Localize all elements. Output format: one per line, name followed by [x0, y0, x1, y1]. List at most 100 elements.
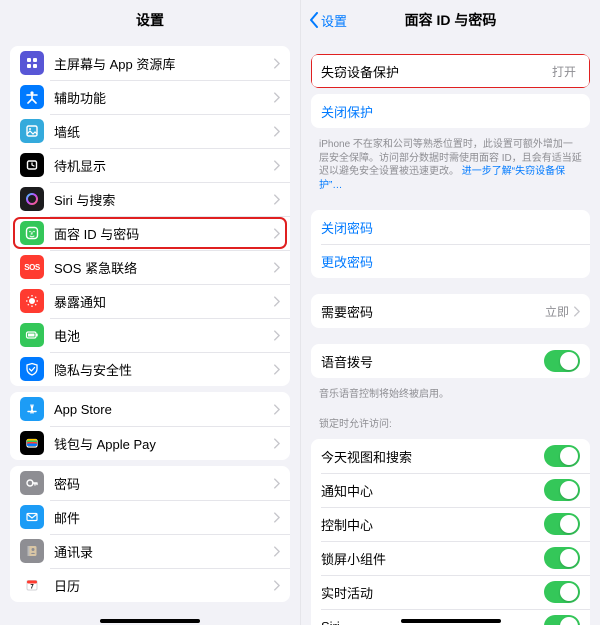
settings-row-faceid[interactable]: 面容 ID 与密码: [10, 216, 290, 250]
close-passcode-row[interactable]: 关闭密码: [311, 210, 590, 244]
settings-row-battery[interactable]: 电池: [10, 318, 290, 352]
settings-row-exposure[interactable]: 暴露通知: [10, 284, 290, 318]
settings-row-passwords[interactable]: 密码: [10, 466, 290, 500]
row-label: 主屏幕与 App 资源库: [54, 54, 273, 73]
lock-item-label: 控制中心: [321, 515, 544, 534]
lock-item-switch[interactable]: [544, 445, 580, 467]
contacts-icon: [20, 539, 44, 563]
chevron-right-icon: [273, 512, 280, 523]
stolen-device-value: 打开: [552, 63, 576, 80]
settings-row-siri[interactable]: Siri 与搜索: [10, 182, 290, 216]
settings-row-privacy[interactable]: 隐私与安全性: [10, 352, 290, 386]
settings-row-sos[interactable]: SOS SOS 紧急联络: [10, 250, 290, 284]
close-protection-row[interactable]: 关闭保护: [311, 94, 590, 128]
lock-item-row: 实时活动: [311, 575, 590, 609]
wallpaper-icon: [20, 119, 44, 143]
voice-dial-row: 语音拨号: [311, 344, 590, 378]
voice-group: 语音拨号: [311, 344, 590, 378]
back-button[interactable]: 设置: [309, 11, 347, 30]
calendar-icon: [20, 573, 44, 597]
settings-row-standby[interactable]: 待机显示: [10, 148, 290, 182]
chevron-right-icon: [273, 330, 280, 341]
passwords-icon: [20, 471, 44, 495]
battery-icon: [20, 323, 44, 347]
exposure-icon: [20, 289, 44, 313]
lock-item-switch[interactable]: [544, 513, 580, 535]
voice-dial-switch[interactable]: [544, 350, 580, 372]
home-indicator[interactable]: [401, 619, 501, 623]
appstore-icon: [20, 397, 44, 421]
lock-item-switch[interactable]: [544, 615, 580, 625]
chevron-right-icon: [273, 364, 280, 375]
chevron-left-icon: [309, 12, 319, 28]
sos-icon: SOS: [20, 255, 44, 279]
settings-row-mail[interactable]: 邮件: [10, 500, 290, 534]
settings-row-accessibility[interactable]: 辅助功能: [10, 80, 290, 114]
lock-item-row: 通知中心: [311, 473, 590, 507]
lock-item-row: 今天视图和搜索: [311, 439, 590, 473]
settings-row-home-grid[interactable]: 主屏幕与 App 资源库: [10, 46, 290, 80]
stolen-device-label: 失窃设备保护: [321, 62, 552, 81]
row-label: SOS 紧急联络: [54, 258, 273, 277]
lock-item-label: 通知中心: [321, 481, 544, 500]
left-title: 设置: [136, 10, 164, 30]
lock-access-group: 今天视图和搜索通知中心控制中心锁屏小组件实时活动Siri: [311, 439, 590, 625]
close-protection-group: 关闭保护: [311, 94, 590, 128]
row-label: 钱包与 Apple Pay: [54, 434, 273, 453]
chevron-right-icon: [273, 228, 280, 239]
row-label: 电池: [54, 326, 273, 345]
wallet-icon: [20, 431, 44, 455]
lock-item-label: 今天视图和搜索: [321, 447, 544, 466]
privacy-icon: [20, 357, 44, 381]
row-label: 面容 ID 与密码: [54, 224, 273, 243]
left-list[interactable]: 主屏幕与 App 资源库辅助功能墙纸待机显示 Siri 与搜索面容 ID 与密码 S…: [0, 40, 300, 625]
settings-row-calendar[interactable]: 日历: [10, 568, 290, 602]
chevron-right-icon: [273, 438, 280, 449]
lock-item-row: 控制中心: [311, 507, 590, 541]
right-content[interactable]: 失窃设备保护 打开 关闭保护 iPhone 不在家和公司等熟悉位置时，此设置可额…: [301, 40, 600, 625]
chevron-right-icon: [273, 296, 280, 307]
settings-row-wallet[interactable]: 钱包与 Apple Pay: [10, 426, 290, 460]
row-label: Siri 与搜索: [54, 190, 273, 209]
require-passcode-row[interactable]: 需要密码 立即: [311, 294, 590, 328]
row-label: 隐私与安全性: [54, 360, 273, 379]
row-label: 暴露通知: [54, 292, 273, 311]
protection-description: iPhone 不在家和公司等熟悉位置时，此设置可额外增加一层安全保障。访问部分数…: [301, 134, 600, 194]
row-label: 墙纸: [54, 122, 273, 141]
home-indicator[interactable]: [100, 619, 200, 623]
stolen-group: 失窃设备保护 打开: [311, 54, 590, 88]
chevron-right-icon: [273, 194, 280, 205]
settings-row-wallpaper[interactable]: 墙纸: [10, 114, 290, 148]
chevron-right-icon: [273, 160, 280, 171]
settings-row-contacts[interactable]: 通讯录: [10, 534, 290, 568]
settings-group: 主屏幕与 App 资源库辅助功能墙纸待机显示 Siri 与搜索面容 ID 与密码 S…: [10, 46, 290, 386]
left-header: 设置: [0, 0, 300, 40]
chevron-right-icon: [273, 546, 280, 557]
passcode-group: 关闭密码 更改密码: [311, 210, 590, 278]
siri-icon: [20, 187, 44, 211]
close-protection-label: 关闭保护: [321, 102, 580, 121]
back-label: 设置: [321, 11, 347, 30]
settings-group: 密码邮件通讯录日历: [10, 466, 290, 602]
row-label: 密码: [54, 474, 273, 493]
stolen-device-row[interactable]: 失窃设备保护 打开: [311, 54, 590, 88]
lock-item-switch[interactable]: [544, 581, 580, 603]
right-title: 面容 ID 与密码: [405, 10, 497, 30]
chevron-right-icon: [273, 58, 280, 69]
lock-item-label: 锁屏小组件: [321, 549, 544, 568]
lock-item-row: 锁屏小组件: [311, 541, 590, 575]
settings-row-appstore[interactable]: App Store: [10, 392, 290, 426]
chevron-right-icon: [273, 404, 280, 415]
settings-pane: 设置 主屏幕与 App 资源库辅助功能墙纸待机显示 Siri 与搜索面容 ID 与…: [0, 0, 300, 625]
chevron-right-icon: [273, 126, 280, 137]
require-group: 需要密码 立即: [311, 294, 590, 328]
right-header: 设置 面容 ID 与密码: [301, 0, 600, 40]
voice-caption: 音乐语音控制将始终被启用。: [301, 384, 600, 404]
lock-item-switch[interactable]: [544, 547, 580, 569]
change-passcode-row[interactable]: 更改密码: [311, 244, 590, 278]
lock-access-header: 锁定时允许访问:: [301, 414, 600, 434]
lock-item-switch[interactable]: [544, 479, 580, 501]
home-grid-icon: [20, 51, 44, 75]
faceid-icon: [20, 221, 44, 245]
faceid-pane: 设置 面容 ID 与密码 失窃设备保护 打开 关闭保护 iPhone 不在家和公…: [300, 0, 600, 625]
